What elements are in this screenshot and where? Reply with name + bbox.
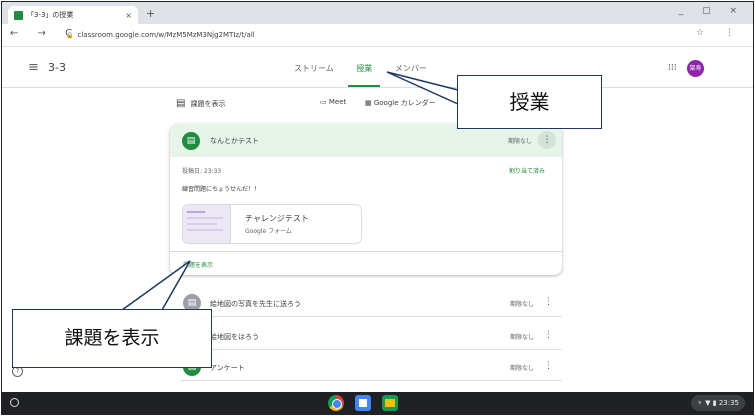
chrome-icon[interactable] — [328, 395, 344, 411]
wifi-battery-icons: ⚬ ▼ ▮ — [697, 399, 719, 407]
clock: 23:35 — [718, 399, 739, 407]
callout-view-assignment: 課題を表示 — [12, 309, 212, 368]
classroom-app-icon[interactable] — [382, 395, 398, 411]
taskbar: ⚬ ▼ ▮ 23:35 — [2, 392, 753, 414]
screenshot-frame: 「3-3」の授業 × + _ ▢ × ← → C 🔒 classroom.goo… — [1, 1, 754, 415]
callout-classwork: 授業 — [457, 75, 602, 129]
callout-arrow-top — [386, 71, 459, 106]
system-tray[interactable]: ⚬ ▼ ▮ 23:35 — [691, 395, 745, 411]
files-app-icon[interactable] — [355, 395, 371, 411]
taskbar-apps — [328, 395, 409, 411]
callout-arrow-bottom — [119, 260, 191, 311]
launcher-icon[interactable] — [10, 398, 19, 407]
